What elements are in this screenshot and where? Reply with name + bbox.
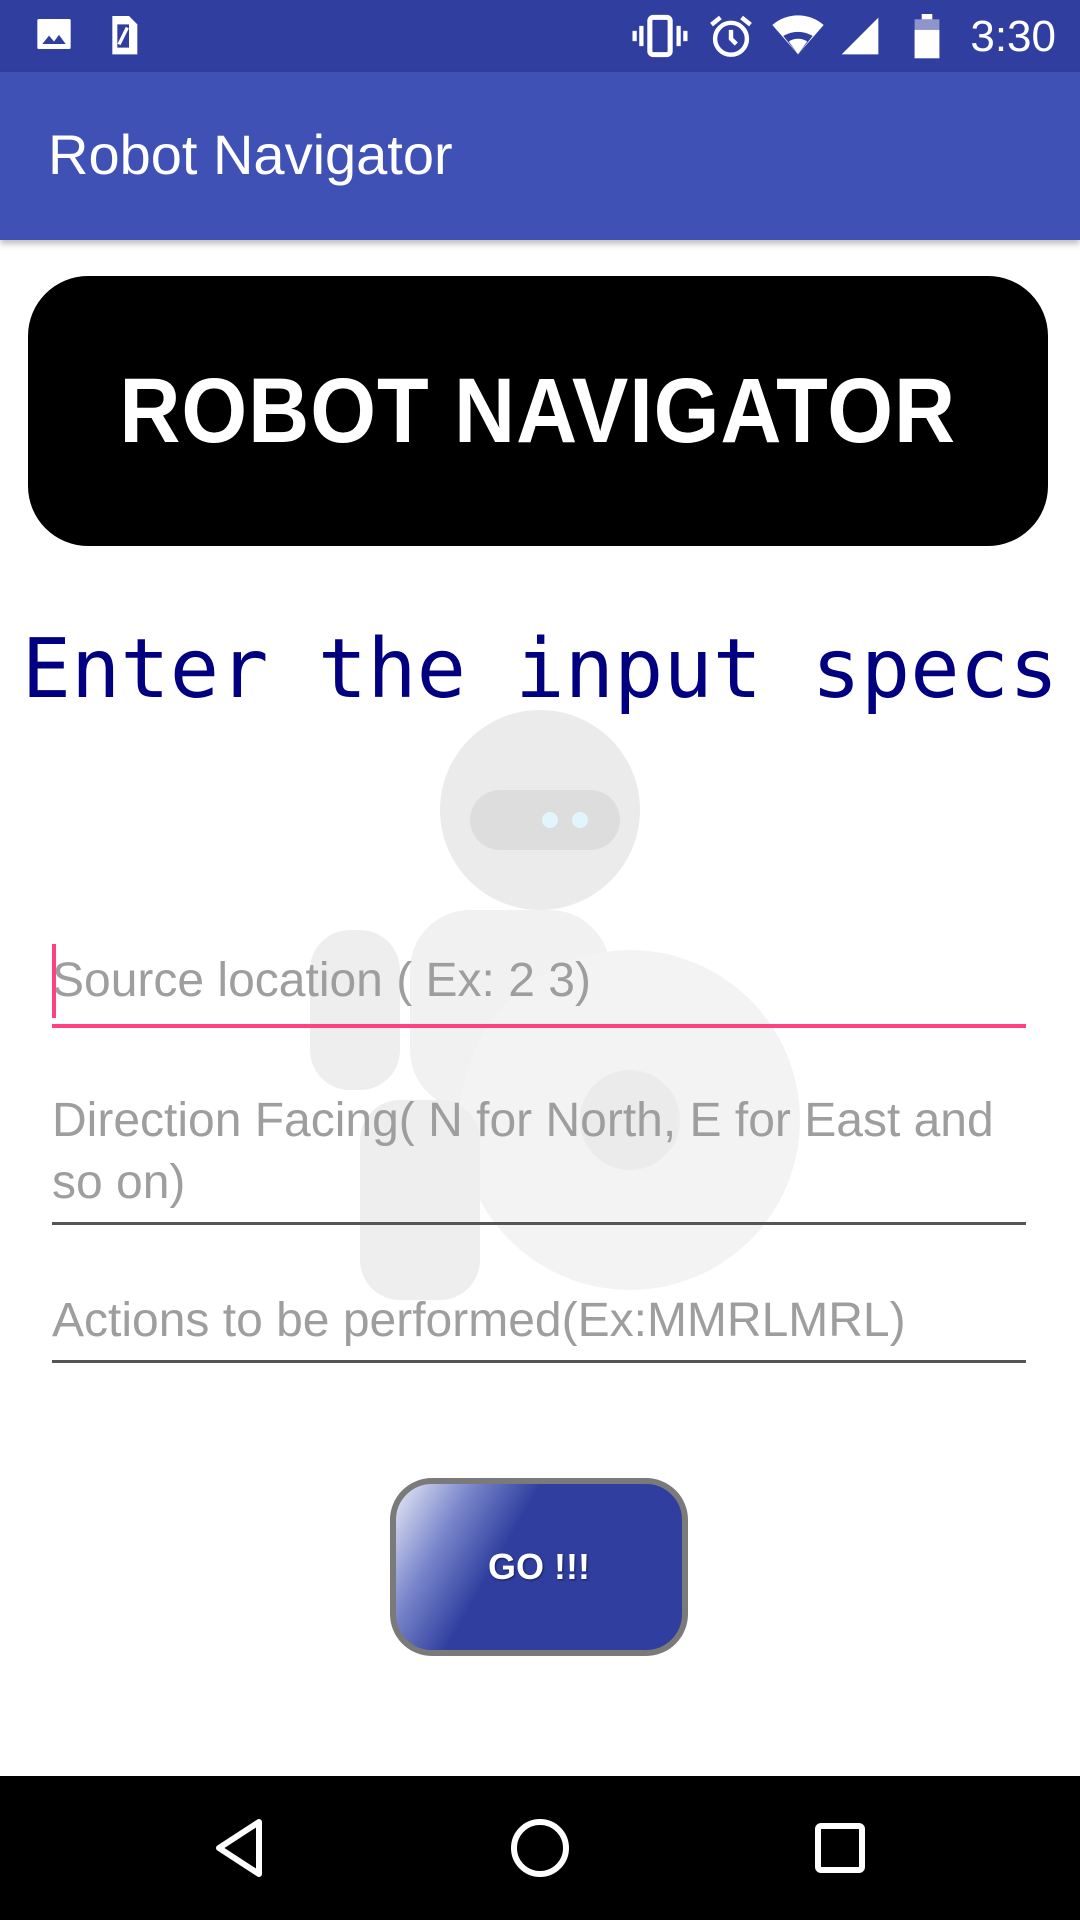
app-title: Robot Navigator xyxy=(48,123,453,186)
logo-banner: ROBOT NAVIGATOR xyxy=(28,276,1048,546)
source-location-input[interactable] xyxy=(52,950,1026,1012)
source-location-field[interactable] xyxy=(52,950,1026,1028)
signal-icon xyxy=(838,14,882,58)
go-button-label: GO !!! xyxy=(488,1546,590,1587)
status-bar: 3:30 xyxy=(0,0,1080,72)
home-icon[interactable] xyxy=(504,1812,576,1884)
wifi-icon xyxy=(772,14,824,58)
actions-field-underline xyxy=(52,1360,1026,1363)
alarm-icon xyxy=(708,14,754,58)
source-field-underline xyxy=(52,1024,1026,1028)
direction-facing-field[interactable] xyxy=(52,1090,1026,1225)
go-button[interactable]: GO !!! xyxy=(390,1478,688,1656)
sim-card-icon xyxy=(104,14,144,58)
back-icon[interactable] xyxy=(205,1812,277,1884)
recents-icon[interactable] xyxy=(804,1812,876,1884)
image-icon xyxy=(34,14,74,58)
actions-input[interactable] xyxy=(52,1290,1026,1352)
direction-field-underline xyxy=(52,1222,1026,1225)
actions-field[interactable] xyxy=(52,1290,1026,1363)
app-bar: Robot Navigator xyxy=(0,72,1080,240)
vibrate-icon xyxy=(632,14,688,58)
banner-text: ROBOT NAVIGATOR xyxy=(119,359,957,462)
text-cursor xyxy=(52,944,56,1018)
navigation-bar xyxy=(0,1776,1080,1920)
clock-time: 3:30 xyxy=(970,12,1056,61)
form-heading: Enter the input specs xyxy=(21,622,1059,717)
battery-icon xyxy=(912,14,942,59)
direction-facing-input[interactable] xyxy=(52,1090,1026,1214)
